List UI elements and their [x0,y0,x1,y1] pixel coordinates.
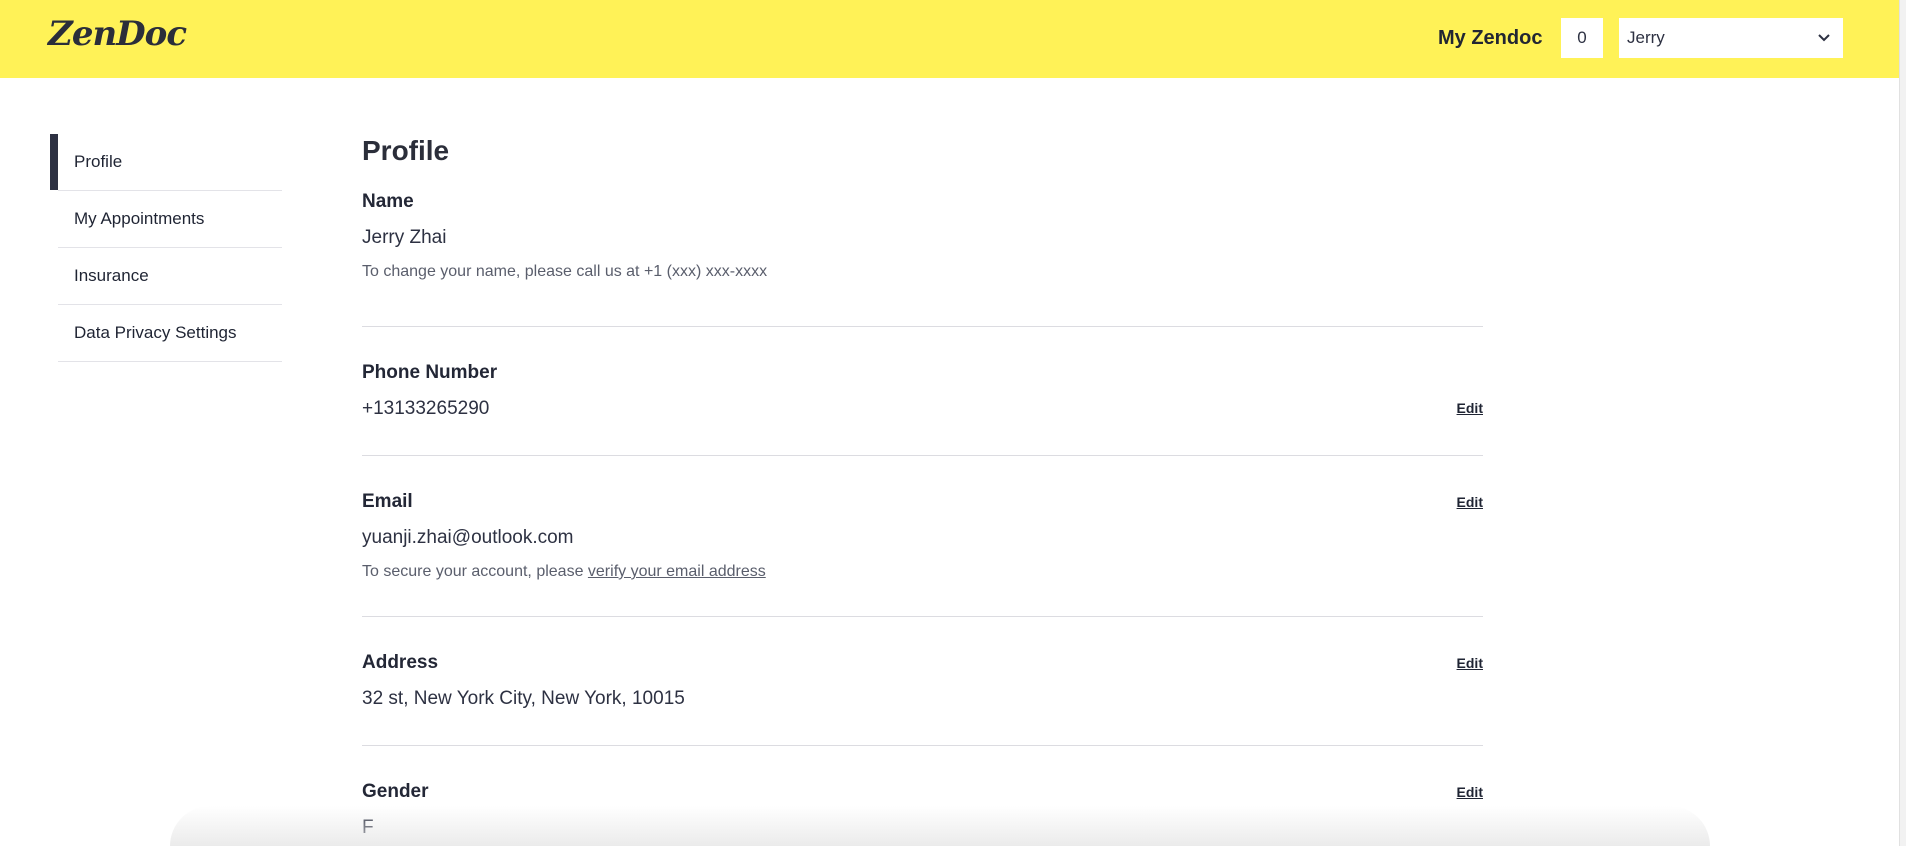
address-edit-link[interactable]: Edit [1457,655,1483,671]
chevron-down-icon [1817,18,1831,58]
gender-section: Gender Edit F [362,746,1483,846]
name-value: Jerry Zhai [362,227,447,248]
phone-edit-link[interactable]: Edit [1457,400,1483,416]
address-label: Address [362,652,439,673]
email-label: Email [362,491,413,512]
name-change-note: To change your name, please call us at +… [362,263,768,280]
zendoc-logo[interactable]: ZenDoc [48,14,187,54]
gender-value: F [362,817,374,838]
name-label: Name [362,191,414,212]
phone-section: Phone Number +13133265290 Edit [362,327,1483,456]
user-menu-select[interactable]: Jerry [1619,18,1843,58]
gender-edit-link[interactable]: Edit [1457,784,1483,800]
page-scrollbar[interactable] [1899,0,1906,846]
phone-value: +13133265290 [362,398,490,419]
sidebar-item-label: My Appointments [74,209,205,228]
phone-label: Phone Number [362,362,498,383]
email-section: Email Edit yuanji.zhai@outlook.com To se… [362,456,1483,617]
verify-email-link[interactable]: verify your email address [588,563,766,580]
sidebar-item-label: Profile [74,152,123,171]
email-verify-note: To secure your account, please verify yo… [362,563,766,581]
sidebar-item-data-privacy-settings[interactable]: Data Privacy Settings [58,305,282,362]
address-section: Address Edit 32 st, New York City, New Y… [362,617,1483,746]
address-value: 32 st, New York City, New York, 10015 [362,688,685,709]
name-section: Name Jerry Zhai To change your name, ple… [362,176,1483,327]
user-select-value: Jerry [1627,28,1665,47]
sidebar-item-label: Data Privacy Settings [74,323,237,342]
email-edit-link[interactable]: Edit [1457,494,1483,510]
sidebar-item-profile[interactable]: Profile [50,134,282,191]
sidebar-item-insurance[interactable]: Insurance [58,248,282,305]
sidebar-item-my-appointments[interactable]: My Appointments [58,191,282,248]
profile-content: Profile Name Jerry Zhai To change your n… [362,134,1483,846]
email-note-text: To secure your account, please [362,563,588,580]
gender-label: Gender [362,781,429,802]
top-header: ZenDoc My Zendoc 0 Jerry [0,0,1900,78]
notification-counter[interactable]: 0 [1561,18,1603,58]
profile-sidebar: Profile My Appointments Insurance Data P… [50,134,282,362]
email-value: yuanji.zhai@outlook.com [362,527,574,548]
my-zendoc-link[interactable]: My Zendoc [1438,27,1542,50]
page-title: Profile [362,135,450,166]
sidebar-item-label: Insurance [74,266,149,285]
